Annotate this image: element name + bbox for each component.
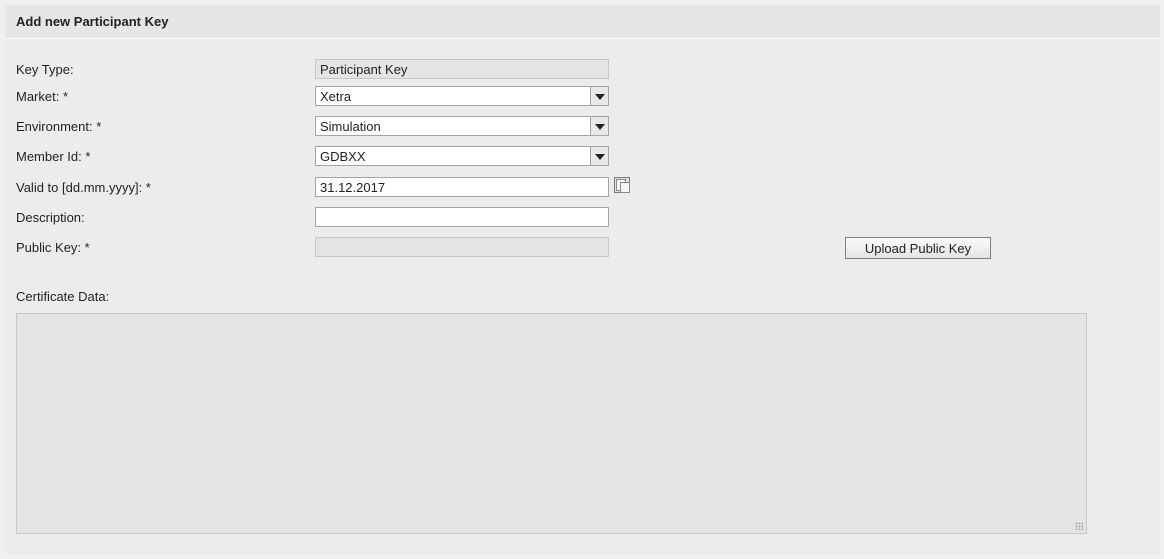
chevron-down-icon[interactable] <box>590 117 608 135</box>
resize-grip-icon[interactable] <box>1075 522 1083 530</box>
member-id-select[interactable]: GDBXX <box>315 146 609 166</box>
valid-to-label: Valid to [dd.mm.yyyy]: * <box>16 180 151 195</box>
valid-to-input[interactable]: 31.12.2017 <box>315 177 609 197</box>
upload-public-key-button[interactable]: Upload Public Key <box>845 237 991 259</box>
chevron-down-icon[interactable] <box>590 87 608 105</box>
environment-label: Environment: * <box>16 119 102 134</box>
panel-header: Add new Participant Key <box>5 5 1160 39</box>
add-participant-key-panel: Add new Participant Key Key Type: Partic… <box>5 5 1160 555</box>
certificate-data-textarea <box>16 313 1087 534</box>
market-select[interactable]: Xetra <box>315 86 609 106</box>
key-type-field: Participant Key <box>315 59 609 79</box>
public-key-label: Public Key: * <box>16 240 90 255</box>
market-label: Market: * <box>16 89 69 104</box>
page-title: Add new Participant Key <box>16 14 169 29</box>
description-label: Description: <box>16 210 85 225</box>
member-id-label: Member Id: * <box>16 149 91 164</box>
member-id-value: GDBXX <box>320 149 366 164</box>
key-type-label: Key Type: <box>16 62 74 77</box>
chevron-down-icon[interactable] <box>590 147 608 165</box>
market-value: Xetra <box>320 89 352 104</box>
certificate-data-label: Certificate Data: <box>16 289 110 304</box>
calendar-icon[interactable] <box>614 177 630 193</box>
environment-select[interactable]: Simulation <box>315 116 609 136</box>
public-key-field <box>315 237 609 257</box>
environment-value: Simulation <box>320 119 381 134</box>
description-input[interactable] <box>315 207 609 227</box>
